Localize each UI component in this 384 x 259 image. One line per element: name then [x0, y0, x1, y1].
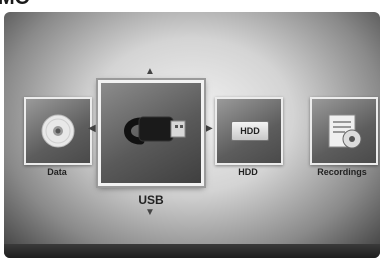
bottom-bar	[4, 244, 380, 258]
menu-label-data: Data	[47, 167, 67, 177]
menu-tile-recordings[interactable]	[310, 97, 378, 165]
right-arrow-icon[interactable]: ▶	[205, 124, 213, 134]
left-arrow-icon[interactable]: ◀	[88, 124, 96, 134]
menu-tile-hdd[interactable]: HDD	[215, 97, 283, 165]
home-menu-screen: Data ▲ ◀ ▶ USB ▼ HDD HDD Recordings	[4, 12, 380, 258]
menu-label-hdd: HDD	[238, 167, 258, 177]
menu-label-recordings: Recordings	[317, 167, 367, 177]
screen-title-fragment: MO	[0, 0, 30, 8]
recordings-icon	[312, 99, 376, 163]
hdd-badge-text: HDD	[240, 126, 260, 136]
menu-label-usb: USB	[138, 193, 164, 207]
menu-tile-data[interactable]	[24, 97, 92, 165]
usb-icon	[101, 83, 201, 183]
down-arrow-icon[interactable]: ▼	[145, 208, 155, 218]
hdd-icon: HDD	[231, 121, 269, 141]
menu-tile-usb[interactable]	[98, 80, 204, 186]
disc-icon	[26, 99, 90, 163]
up-arrow-icon[interactable]: ▲	[145, 67, 155, 77]
